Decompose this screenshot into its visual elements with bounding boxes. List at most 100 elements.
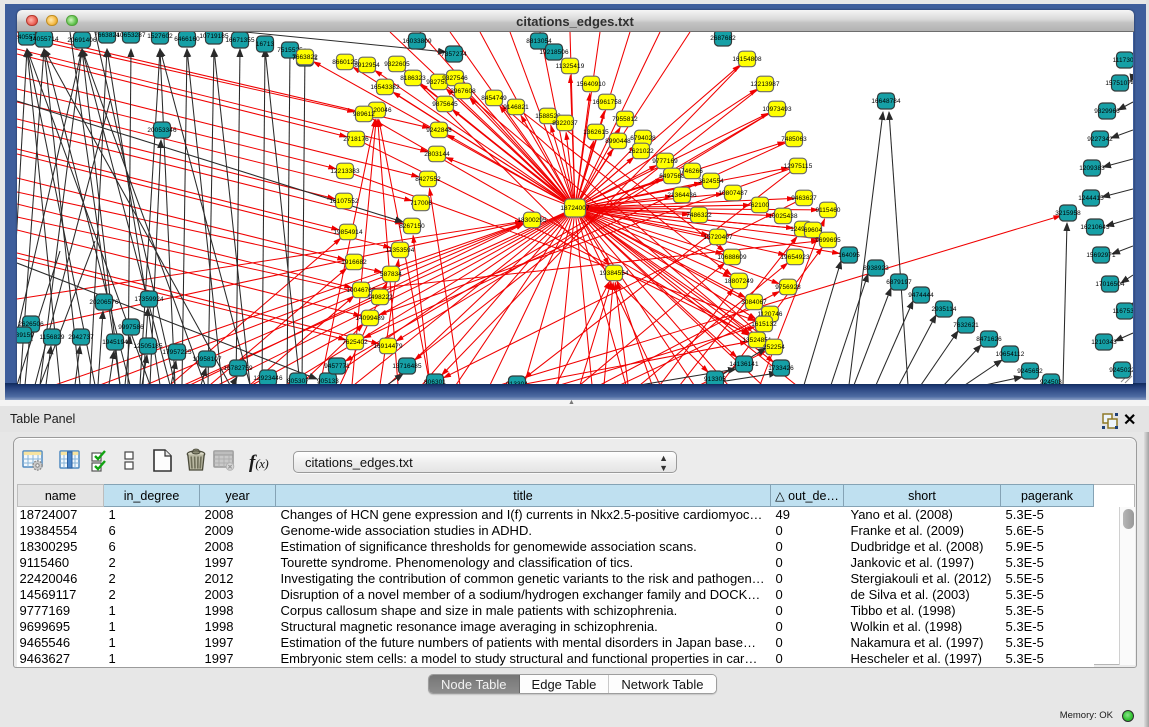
- svg-text:7625402: 7625402: [342, 339, 368, 346]
- svg-text:8938923: 8938923: [863, 265, 889, 272]
- svg-text:10654112: 10654112: [996, 351, 1025, 358]
- svg-text:1210343: 1210343: [1091, 339, 1117, 346]
- svg-text:17359924: 17359924: [134, 296, 164, 303]
- svg-text:20053346: 20053346: [147, 127, 177, 134]
- svg-text:9875645: 9875645: [432, 101, 458, 108]
- svg-text:14099489: 14099489: [355, 315, 385, 322]
- svg-text:2942737: 2942737: [68, 334, 94, 341]
- svg-text:1362615: 1362615: [583, 129, 609, 136]
- svg-text:6794028: 6794028: [630, 135, 656, 142]
- svg-text:806301: 806301: [424, 379, 446, 384]
- svg-text:15720407: 15720407: [703, 234, 733, 241]
- svg-text:15692971: 15692971: [1086, 252, 1116, 259]
- svg-text:13716485: 13716485: [392, 363, 422, 370]
- svg-text:9115460: 9115460: [815, 207, 840, 214]
- svg-text:1733426: 1733426: [768, 365, 794, 372]
- svg-text:252254: 252254: [763, 344, 785, 351]
- svg-text:8267150: 8267150: [399, 223, 425, 230]
- svg-text:8454749: 8454749: [481, 95, 507, 102]
- svg-text:9756928: 9756928: [775, 284, 801, 291]
- svg-text:16782759: 16782759: [223, 365, 253, 372]
- svg-text:9329966: 9329966: [1094, 108, 1120, 115]
- svg-text:9227342: 9227342: [1087, 136, 1113, 143]
- svg-text:69604: 69604: [804, 227, 823, 234]
- svg-text:1209383: 1209383: [1079, 165, 1105, 172]
- svg-text:14136141: 14136141: [729, 361, 759, 368]
- svg-text:8427552: 8427552: [415, 176, 441, 183]
- svg-text:7663822: 7663822: [292, 54, 318, 61]
- svg-text:8990448: 8990448: [605, 138, 631, 145]
- svg-text:16107552: 16107552: [329, 198, 359, 205]
- svg-text:11325419: 11325419: [556, 63, 585, 70]
- svg-text:15640910: 15640910: [576, 81, 606, 88]
- svg-text:9457771: 9457771: [324, 363, 350, 370]
- svg-text:9322605: 9322605: [384, 61, 410, 68]
- svg-text:62100: 62100: [751, 202, 770, 209]
- svg-text:16671355: 16671355: [225, 37, 255, 44]
- svg-text:913305: 913305: [704, 376, 726, 383]
- svg-text:905133: 905133: [317, 378, 339, 384]
- svg-text:10688609: 10688609: [717, 254, 747, 261]
- svg-text:3624554: 3624554: [698, 178, 724, 185]
- svg-text:2967608: 2967608: [450, 88, 476, 95]
- svg-text:7486322: 7486322: [686, 212, 712, 219]
- svg-text:2935114: 2935114: [931, 306, 956, 313]
- svg-text:21364436: 21364436: [667, 192, 697, 199]
- svg-text:2803144: 2803144: [424, 151, 450, 158]
- svg-text:16210643: 16210643: [1080, 224, 1110, 231]
- svg-text:989612: 989612: [353, 111, 375, 118]
- svg-text:12213987: 12213987: [750, 81, 780, 88]
- svg-text:913304: 913304: [506, 381, 528, 384]
- svg-text:17016504: 17016504: [1095, 281, 1125, 288]
- svg-text:805307: 805307: [287, 378, 309, 384]
- svg-text:10807487: 10807487: [718, 190, 748, 197]
- svg-text:1167533: 1167533: [1112, 308, 1133, 315]
- svg-text:9474444: 9474444: [908, 292, 934, 299]
- svg-text:2718176: 2718176: [343, 136, 369, 143]
- svg-text:9997586: 9997586: [118, 324, 144, 331]
- svg-text:164095: 164095: [838, 252, 860, 259]
- svg-text:2687682: 2687682: [710, 35, 736, 42]
- svg-text:8471626: 8471626: [976, 336, 1002, 343]
- svg-text:8186323: 8186323: [400, 75, 426, 82]
- svg-text:1498222: 1498222: [367, 294, 393, 301]
- svg-text:9327546: 9327546: [442, 75, 468, 82]
- svg-text:16713: 16713: [256, 41, 275, 48]
- svg-text:1945194: 1945194: [102, 339, 128, 346]
- svg-text:12213383: 12213383: [330, 168, 360, 175]
- svg-text:16648784: 16648784: [871, 98, 901, 105]
- svg-text:18300295: 18300295: [517, 217, 547, 224]
- svg-text:10973493: 10973493: [762, 106, 792, 113]
- svg-text:18724007: 18724007: [560, 205, 590, 212]
- svg-text:19384554: 19384554: [599, 270, 629, 277]
- svg-text:16914479: 16914479: [373, 343, 403, 350]
- svg-text:7632621: 7632621: [953, 322, 979, 329]
- svg-text:12923446: 12923446: [253, 375, 283, 382]
- svg-text:7955812: 7955812: [612, 116, 638, 123]
- svg-text:16543382: 16543382: [370, 84, 400, 91]
- svg-text:924503: 924503: [1040, 379, 1062, 384]
- svg-text:12975115: 12975115: [784, 163, 813, 170]
- svg-text:9245652: 9245652: [1017, 368, 1043, 375]
- svg-text:19654923: 19654923: [780, 254, 810, 261]
- svg-text:16961758: 16961758: [592, 99, 622, 106]
- svg-text:9146821: 9146821: [503, 104, 529, 111]
- svg-text:1244415: 1244415: [1078, 195, 1104, 202]
- svg-text:15751074: 15751074: [1105, 80, 1133, 87]
- svg-text:18807249: 18807249: [724, 278, 754, 285]
- svg-text:16033809: 16033809: [402, 38, 432, 45]
- svg-text:1615132: 1615132: [751, 321, 777, 328]
- svg-text:7485063: 7485063: [781, 136, 807, 143]
- svg-text:1916682: 1916682: [341, 259, 367, 266]
- svg-text:717006: 717006: [410, 200, 432, 207]
- svg-text:8322037: 8322037: [552, 120, 578, 127]
- svg-text:10653287: 10653287: [116, 32, 146, 39]
- svg-text:10025438: 10025438: [768, 213, 798, 220]
- svg-text:9777169: 9777169: [652, 158, 678, 165]
- svg-text:8912954: 8912954: [354, 62, 380, 69]
- svg-text:1621022: 1621022: [628, 148, 654, 155]
- svg-text:9699695: 9699695: [815, 237, 841, 244]
- svg-text:10958107: 10958107: [192, 356, 222, 363]
- svg-text:20691406: 20691406: [67, 37, 97, 44]
- svg-text:14055714: 14055714: [29, 36, 59, 43]
